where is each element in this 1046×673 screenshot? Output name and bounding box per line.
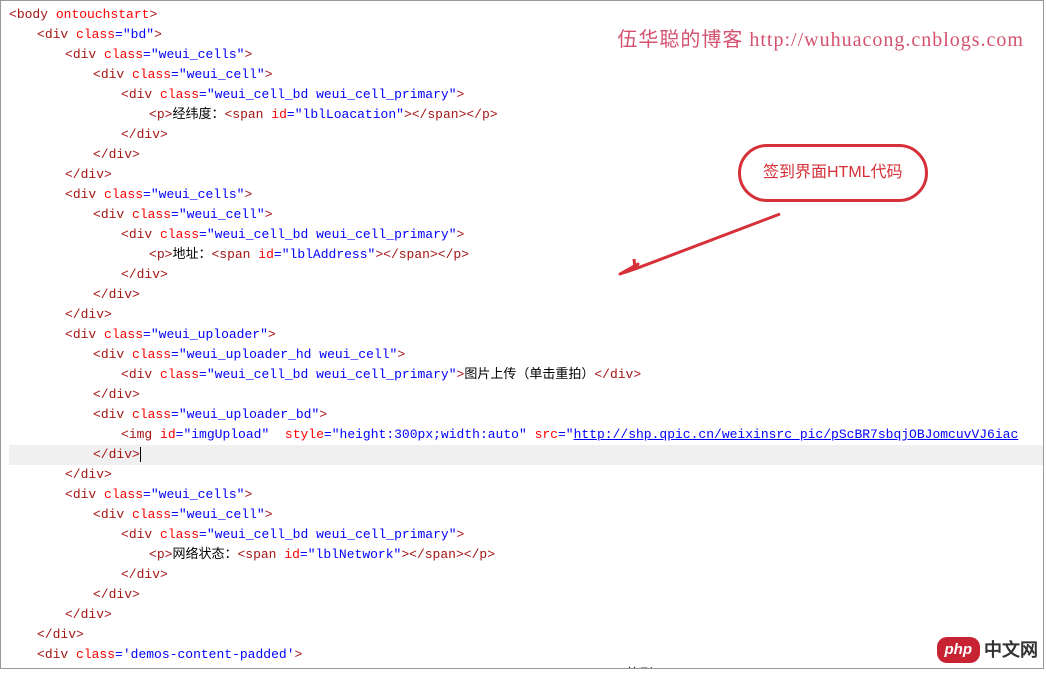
code-line: <div class="weui_uploader_bd"> [9, 405, 1043, 425]
code-line: <p>经纬度：<span id="lblLoacation"></span></… [9, 105, 1043, 125]
watermark-text: 伍华聪的博客 http://wuhuacong.cnblogs.com [617, 30, 1024, 50]
code-line: <div class='demos-content-padded'> [9, 645, 1043, 665]
code-line: </div> [9, 125, 1043, 145]
code-line: <div class="weui_cell_bd weui_cell_prima… [9, 365, 1043, 385]
code-line: <div class="weui_cell_bd weui_cell_prima… [9, 85, 1043, 105]
code-line: <div class="weui_cell"> [9, 65, 1043, 85]
code-line: <div class="weui_cell_bd weui_cell_prima… [9, 225, 1043, 245]
code-line: </div> [9, 465, 1043, 485]
code-line: <img id="imgUpload" style="height:300px;… [9, 425, 1043, 445]
code-line: </div> [9, 305, 1043, 325]
code-line: </div> [9, 385, 1043, 405]
code-line: <a href="javascript:;" id='btnSignIn' cl… [9, 665, 1043, 669]
annotation-arrow [620, 214, 780, 274]
code-line: <p>地址：<span id="lblAddress"></span></p> [9, 245, 1043, 265]
annotation-callout: 签到界面HTML代码 [738, 144, 928, 202]
code-line: <body ontouchstart> [9, 5, 1043, 25]
code-viewer: <body ontouchstart> <div class="bd"> <di… [0, 0, 1044, 669]
logo-text: 中文网 [984, 640, 1038, 660]
code-line-active: </div> [9, 445, 1043, 465]
code-line: </div> [9, 605, 1043, 625]
code-line: <p>网络状态：<span id="lblNetwork"></span></p… [9, 545, 1043, 565]
site-logo: php 中文网 [937, 637, 1039, 663]
code-line: <div class="weui_cells"> [9, 485, 1043, 505]
code-line: </div> [9, 285, 1043, 305]
code-line: <div class="weui_cell_bd weui_cell_prima… [9, 525, 1043, 545]
code-line: </div> [9, 585, 1043, 605]
code-line: <div class="weui_uploader_hd weui_cell"> [9, 345, 1043, 365]
code-line: <div class="weui_uploader"> [9, 325, 1043, 345]
code-line: <div class="weui_cell"> [9, 505, 1043, 525]
code-line: </div> [9, 625, 1043, 645]
logo-badge: php [937, 637, 981, 663]
code-line: </div> [9, 265, 1043, 285]
code-line: </div> [9, 565, 1043, 585]
code-line: <div class="weui_cell"> [9, 205, 1043, 225]
